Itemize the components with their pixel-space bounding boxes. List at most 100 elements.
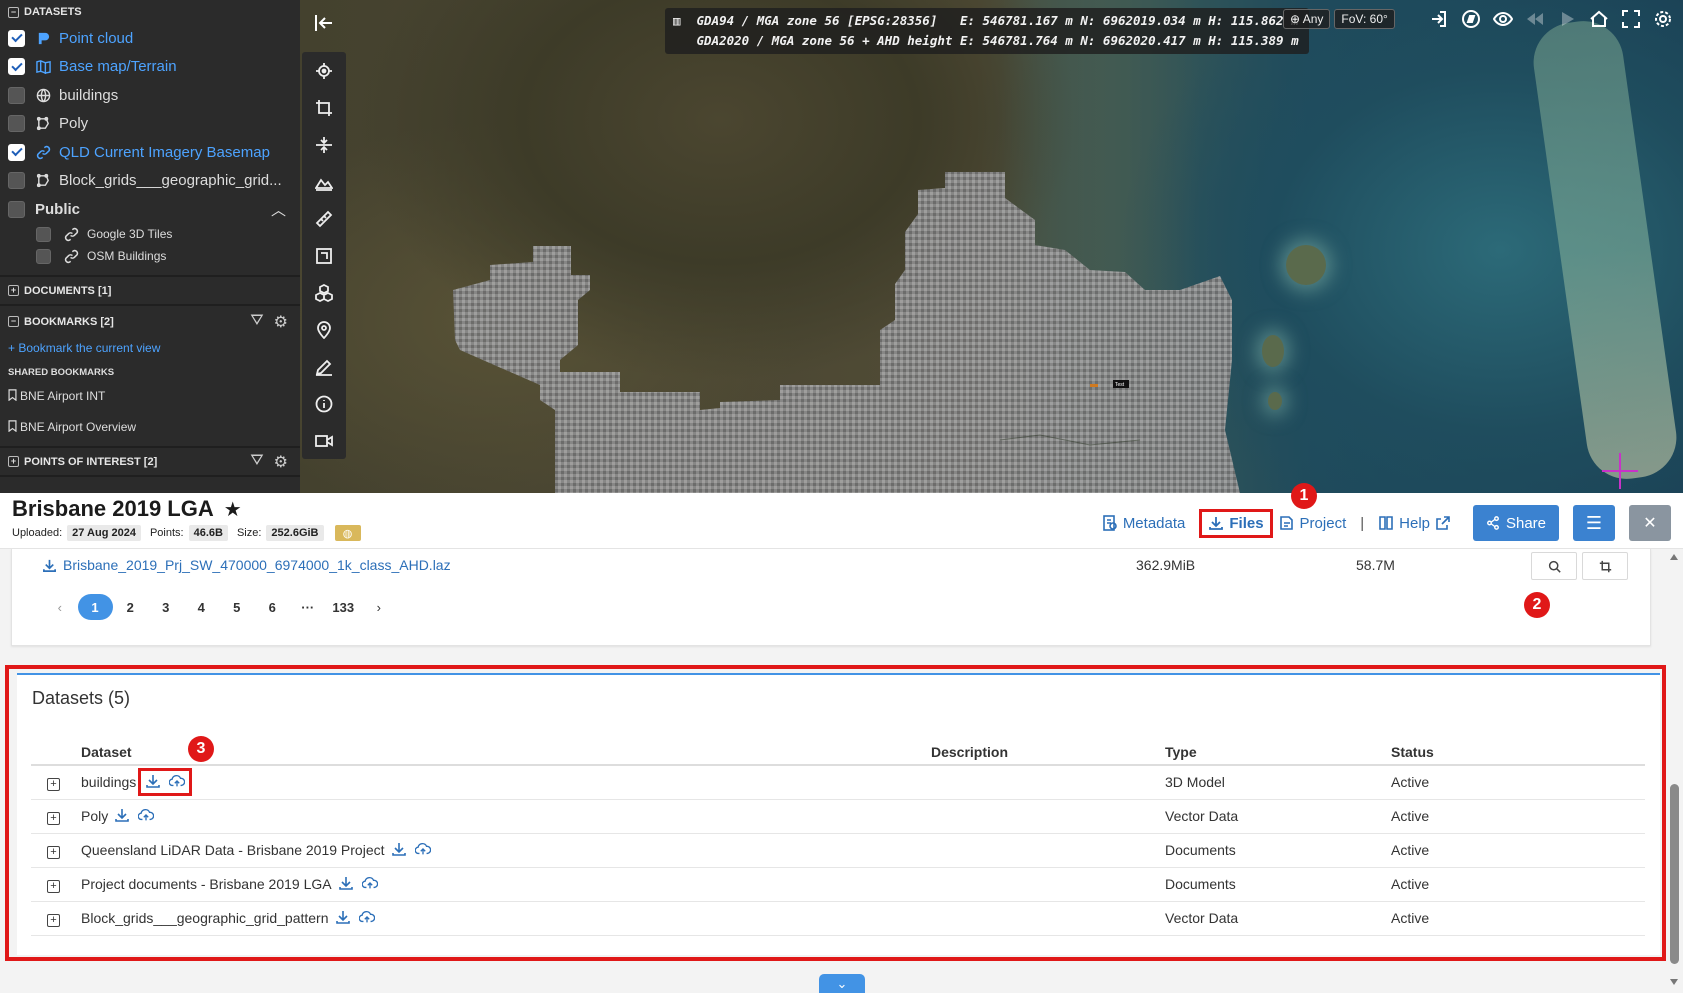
terrain-profile-icon[interactable] [302,163,346,200]
layer-checkbox[interactable] [8,29,25,47]
cloud-upload-icon[interactable] [137,807,155,826]
layer-item[interactable]: QLD Current Imagery Basemap [0,138,300,167]
locate-icon[interactable] [302,52,346,89]
cloud-upload-icon[interactable] [358,909,375,928]
public-checkbox[interactable] [8,200,25,218]
area-measure-icon[interactable] [302,237,346,274]
share-button[interactable]: Share [1473,505,1559,541]
download-icon[interactable] [145,773,161,792]
video-icon[interactable] [302,422,346,459]
gear-icon[interactable]: ⚙ [274,452,288,472]
bookmark-item[interactable]: BNE Airport Overview [0,410,300,444]
download-icon[interactable] [338,875,354,894]
cloud-upload-icon[interactable] [168,773,186,792]
compass-icon[interactable] [1459,7,1483,31]
scroll-up-icon[interactable] [1670,554,1678,560]
play-icon[interactable] [1555,7,1579,31]
download-icon[interactable] [335,909,351,928]
settings-icon[interactable] [1651,7,1675,31]
fullscreen-icon[interactable] [1619,7,1643,31]
filter-icon[interactable]: ⛛ [250,452,263,472]
download-icon[interactable] [391,841,407,860]
crop-icon[interactable] [302,89,346,126]
scrollbar[interactable] [1666,549,1683,993]
download-icon[interactable] [114,807,130,826]
bookmark-current-view-link[interactable]: + Bookmark the current view [0,337,300,359]
bookmarks-section-header[interactable]: − BOOKMARKS [2] ⛛ ⚙ [0,306,300,337]
layer-item[interactable]: Point cloud [0,24,300,53]
table-row[interactable]: + Poly Vector Data Active [31,799,1645,834]
dataset-name[interactable]: Project documents - Brisbane 2019 LGA [81,876,332,892]
map-pin-icon[interactable] [302,311,346,348]
datasets-section-header[interactable]: − DATASETS [0,0,300,24]
page-button[interactable]: 133 [326,594,362,620]
collapse-panel-icon[interactable] [312,11,336,35]
chevron-up-icon[interactable]: ︿ [271,199,286,220]
cloud-upload-icon[interactable] [361,875,378,894]
layer-item[interactable]: buildings [0,81,300,110]
cloud-upload-icon[interactable] [414,841,431,860]
expand-row-icon[interactable]: + [47,913,60,927]
page-button[interactable]: 2 [113,594,149,620]
next-page-icon[interactable]: › [361,594,397,620]
public-layer-item[interactable]: OSM Buildings [0,245,300,267]
table-row[interactable]: + Queensland LiDAR Data - Brisbane 2019 P… [31,833,1645,868]
metadata-link[interactable]: Metadata [1102,515,1185,532]
expand-row-icon[interactable]: + [47,879,60,893]
layer-checkbox[interactable] [36,248,51,264]
split-height-icon[interactable] [302,126,346,163]
page-ellipsis[interactable]: ··· [290,594,326,620]
page-button[interactable]: 1 [77,594,113,620]
filter-icon[interactable]: ⛛ [250,312,263,332]
table-row[interactable]: + Block_grids___geographic_grid_pattern Ve… [31,901,1645,936]
layer-checkbox[interactable] [8,115,25,133]
layer-checkbox[interactable] [8,172,25,190]
table-row[interactable]: + buildings 3D Model Active [31,765,1645,800]
file-download-link[interactable]: Brisbane_2019_Prj_SW_470000_6974000_1k_c… [42,557,451,573]
gear-icon[interactable]: ⚙ [274,312,288,332]
help-link[interactable]: Help [1378,515,1451,532]
poi-section-header[interactable]: + POINTS OF INTEREST [2] ⛛ ⚙ [0,446,300,477]
ruler-icon[interactable] [302,200,346,237]
layer-checkbox[interactable] [8,86,25,104]
dataset-name[interactable]: buildings [81,774,136,790]
page-button[interactable]: 6 [255,594,291,620]
fov-badge[interactable]: FoV: 60° [1334,9,1395,29]
expand-row-icon[interactable]: + [47,811,60,825]
column-header-description[interactable]: Description [931,733,1165,766]
scrollbar-thumb[interactable] [1670,784,1679,964]
dataset-name[interactable]: Poly [81,808,108,824]
close-button[interactable]: ✕ [1629,505,1671,541]
scroll-down-icon[interactable] [1670,979,1678,985]
login-icon[interactable] [1427,7,1451,31]
dataset-name[interactable]: Queensland LiDAR Data - Brisbane 2019 Pr… [81,842,385,858]
column-header-status[interactable]: Status [1391,733,1645,766]
layer-checkbox[interactable] [8,143,25,161]
layer-item[interactable]: Block_grids___geographic_grid... [0,167,300,196]
file-crop-button[interactable] [1582,552,1628,580]
layer-checkbox[interactable] [8,58,25,76]
public-layer-item[interactable]: Google 3D Tiles [0,223,300,245]
collapse-details-button[interactable]: ⌄ [819,974,865,993]
layer-item[interactable]: Base map/Terrain [0,53,300,82]
page-button[interactable]: 3 [148,594,184,620]
prev-page-icon[interactable]: ‹ [42,594,78,620]
documents-section-header[interactable]: + DOCUMENTS [1] [0,275,300,306]
column-header-type[interactable]: Type [1165,733,1391,766]
star-icon[interactable]: ★ [224,497,242,522]
navigation-mode-badge[interactable]: ⊕ Any [1283,9,1331,29]
menu-button[interactable]: ☰ [1573,505,1615,541]
layer-item[interactable]: Poly [0,110,300,139]
eye-icon[interactable] [1491,7,1515,31]
info-icon[interactable] [302,385,346,422]
layer-checkbox[interactable] [36,226,51,242]
expand-row-icon[interactable]: + [47,845,60,859]
volume-icon[interactable] [302,274,346,311]
expand-row-icon[interactable]: + [47,777,60,791]
rewind-icon[interactable] [1523,7,1547,31]
dataset-name[interactable]: Block_grids___geographic_grid_pattern [81,910,329,926]
draw-icon[interactable] [302,348,346,385]
project-link[interactable]: Project [1279,515,1346,532]
page-button[interactable]: 5 [219,594,255,620]
files-tab[interactable]: Files [1199,508,1273,538]
